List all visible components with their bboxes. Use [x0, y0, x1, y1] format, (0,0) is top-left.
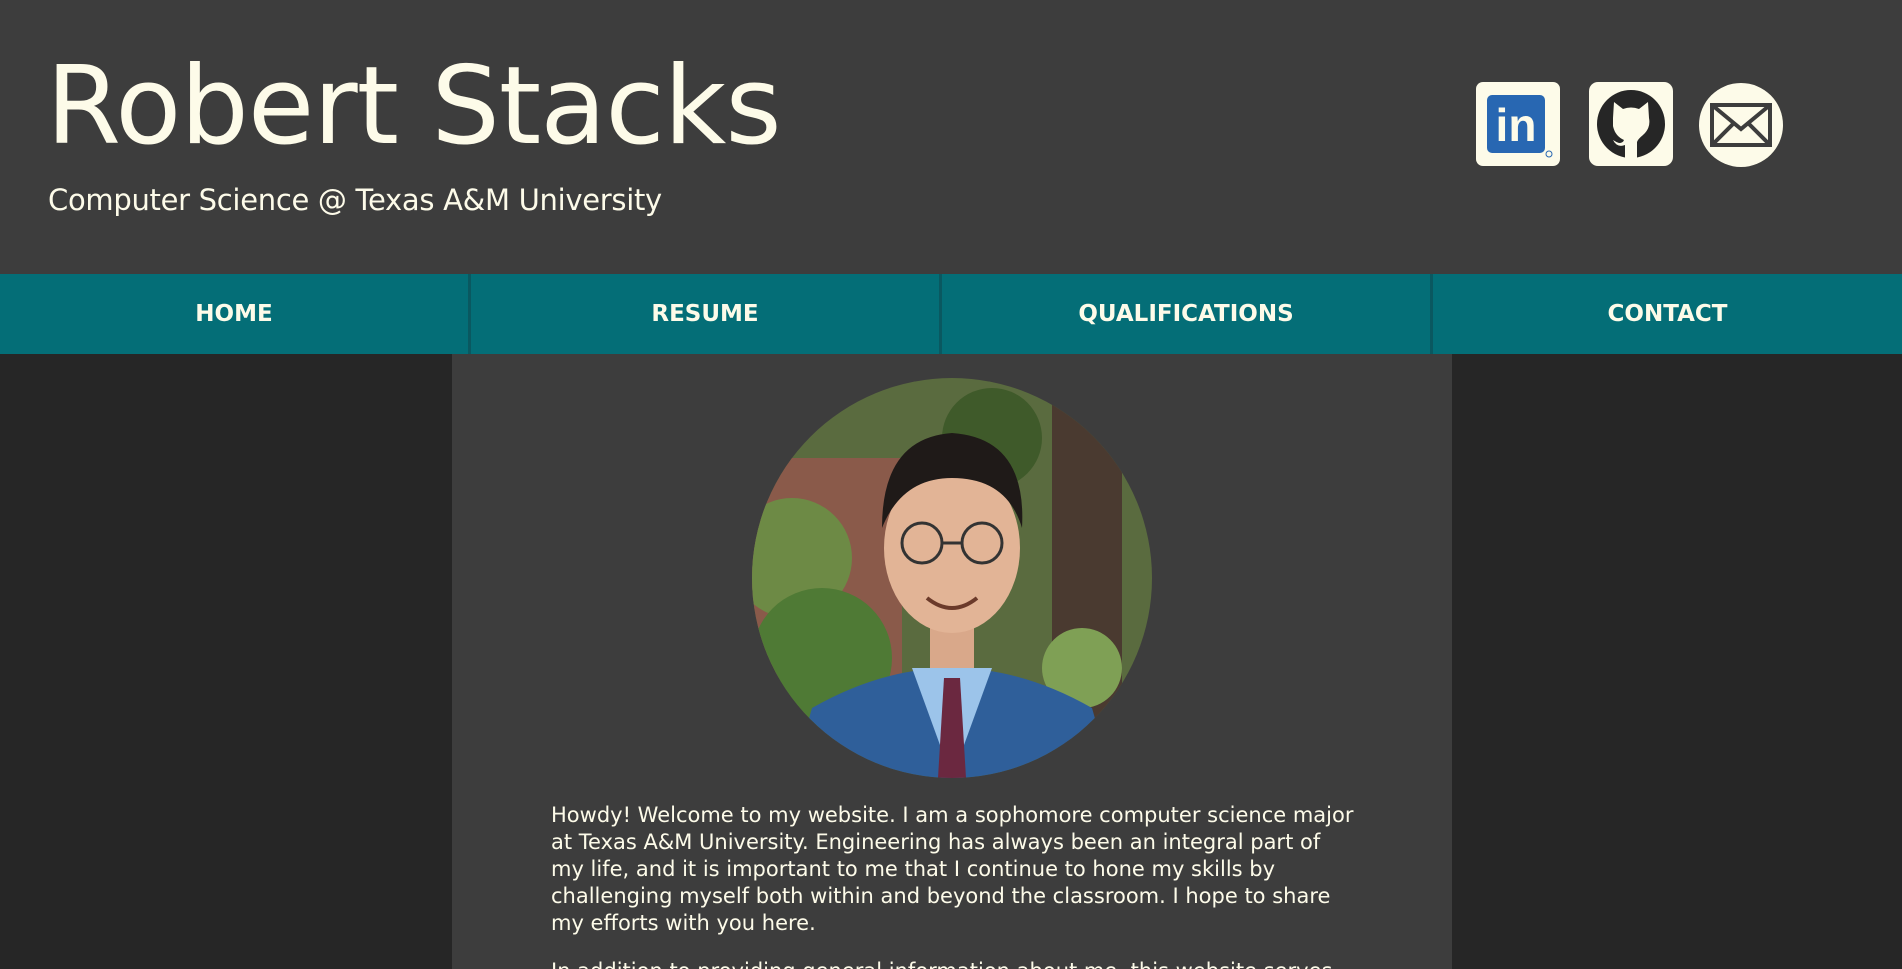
intro-paragraph: Howdy! Welcome to my website. I am a sop…	[551, 803, 1354, 935]
github-link[interactable]	[1589, 82, 1673, 170]
nav-home[interactable]: HOME	[0, 274, 471, 354]
main-content: Howdy! Welcome to my website. I am a sop…	[452, 354, 1452, 969]
second-paragraph: In addition to providing general informa…	[551, 958, 1359, 969]
email-link[interactable]	[1698, 82, 1784, 172]
linkedin-icon: in	[1476, 82, 1560, 166]
envelope-icon	[1699, 83, 1783, 167]
nav-resume[interactable]: RESUME	[471, 274, 942, 354]
main-navigation: HOME RESUME QUALIFICATIONS CONTACT	[0, 274, 1902, 354]
nav-contact[interactable]: CONTACT	[1433, 274, 1902, 354]
site-title: Robert Stacks	[46, 44, 782, 169]
profile-photo	[752, 378, 1152, 778]
nav-qualifications[interactable]: QUALIFICATIONS	[942, 274, 1433, 354]
github-icon	[1589, 82, 1673, 166]
site-tagline: Computer Science @ Texas A&M University	[48, 183, 662, 217]
linkedin-label: in	[1496, 99, 1537, 151]
site-header: Robert Stacks Computer Science @ Texas A…	[0, 0, 1902, 274]
linkedin-link[interactable]: in	[1476, 82, 1560, 170]
